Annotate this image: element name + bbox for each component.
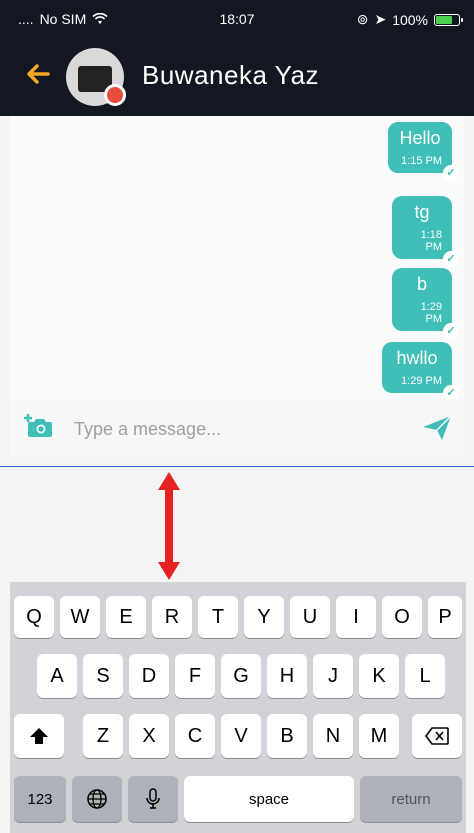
key-c[interactable]: C xyxy=(175,714,215,758)
key-b[interactable]: B xyxy=(267,714,307,758)
message-list[interactable]: Hello 1:15 PM ✓ tg 1:18 PM ✓ b 1:29 PM ✓… xyxy=(10,116,464,399)
key-f[interactable]: F xyxy=(175,654,215,698)
microphone-icon xyxy=(146,788,160,809)
message-time: 1:15 PM xyxy=(401,155,442,167)
message-text: hwllo xyxy=(396,348,438,368)
backspace-icon xyxy=(425,727,449,745)
key-l[interactable]: L xyxy=(405,654,445,698)
key-m[interactable]: M xyxy=(359,714,399,758)
key-o[interactable]: O xyxy=(382,596,422,638)
battery-icon xyxy=(434,13,463,26)
backspace-key[interactable] xyxy=(412,714,462,758)
lock-rotation-icon: ⊚ xyxy=(356,11,369,27)
globe-key[interactable] xyxy=(72,776,122,822)
key-e[interactable]: E xyxy=(106,596,146,638)
message-time: 1:29 PM xyxy=(401,375,442,387)
key-n[interactable]: N xyxy=(313,714,353,758)
key-d[interactable]: D xyxy=(129,654,169,698)
key-p[interactable]: P xyxy=(428,596,462,638)
add-photo-camera-icon[interactable] xyxy=(24,413,54,439)
key-j[interactable]: J xyxy=(313,654,353,698)
message-bubble[interactable]: Hello 1:15 PM ✓ xyxy=(388,122,459,181)
key-z[interactable]: Z xyxy=(83,714,123,758)
dictation-key[interactable] xyxy=(128,776,178,822)
contact-name[interactable]: Buwaneka Yaz xyxy=(142,60,319,91)
message-text: Hello xyxy=(399,128,441,148)
key-g[interactable]: G xyxy=(221,654,261,698)
message-bubble[interactable]: b 1:29 PM ✓ xyxy=(392,268,459,339)
double-arrow-icon xyxy=(158,472,180,580)
message-text: b xyxy=(416,274,427,294)
key-v[interactable]: V xyxy=(221,714,261,758)
onscreen-keyboard: Q W E R T Y U I O P A S D F G H J K L Z … xyxy=(10,582,466,833)
read-check-icon: ✓ xyxy=(443,323,459,339)
presence-badge xyxy=(104,84,126,106)
battery-label: 100% xyxy=(392,11,428,28)
status-right-group: ⊚ ➤ 100% xyxy=(356,11,463,28)
message-bubble[interactable]: hwllo 1:29 PM ✓ xyxy=(382,342,459,399)
globe-icon xyxy=(87,789,107,809)
key-y[interactable]: Y xyxy=(244,596,284,638)
message-time: 1:18 PM xyxy=(420,229,442,253)
status-bar: .... No SIM 18:07 ⊚ ➤ 100% xyxy=(0,0,474,40)
chat-header: Buwaneka Yaz xyxy=(0,40,474,116)
back-arrow-icon[interactable] xyxy=(22,58,54,90)
message-input[interactable] xyxy=(72,413,406,445)
key-k[interactable]: K xyxy=(359,654,399,698)
shift-key[interactable] xyxy=(14,714,64,758)
key-a[interactable]: A xyxy=(37,654,77,698)
key-r[interactable]: R xyxy=(152,596,192,638)
composer-bar xyxy=(10,399,464,457)
numbers-key[interactable]: 123 xyxy=(14,776,66,822)
location-icon: ➤ xyxy=(374,11,387,27)
message-text: tg xyxy=(414,202,430,222)
key-s[interactable]: S xyxy=(83,654,123,698)
key-x[interactable]: X xyxy=(129,714,169,758)
read-check-icon: ✓ xyxy=(443,251,459,267)
read-check-icon: ✓ xyxy=(443,165,459,181)
return-key[interactable]: return xyxy=(360,776,462,822)
layout-divider-line xyxy=(0,466,474,467)
key-i[interactable]: I xyxy=(336,596,376,638)
message-bubble[interactable]: tg 1:18 PM ✓ xyxy=(392,196,459,267)
message-time: 1:29 PM xyxy=(420,301,442,325)
key-h[interactable]: H xyxy=(267,654,307,698)
key-q[interactable]: Q xyxy=(14,596,54,638)
send-icon[interactable] xyxy=(422,415,452,441)
space-key[interactable]: space xyxy=(184,776,354,822)
key-t[interactable]: T xyxy=(198,596,238,638)
key-w[interactable]: W xyxy=(60,596,100,638)
key-u[interactable]: U xyxy=(290,596,330,638)
read-check-icon: ✓ xyxy=(443,385,459,399)
shift-arrow-icon xyxy=(30,728,48,744)
